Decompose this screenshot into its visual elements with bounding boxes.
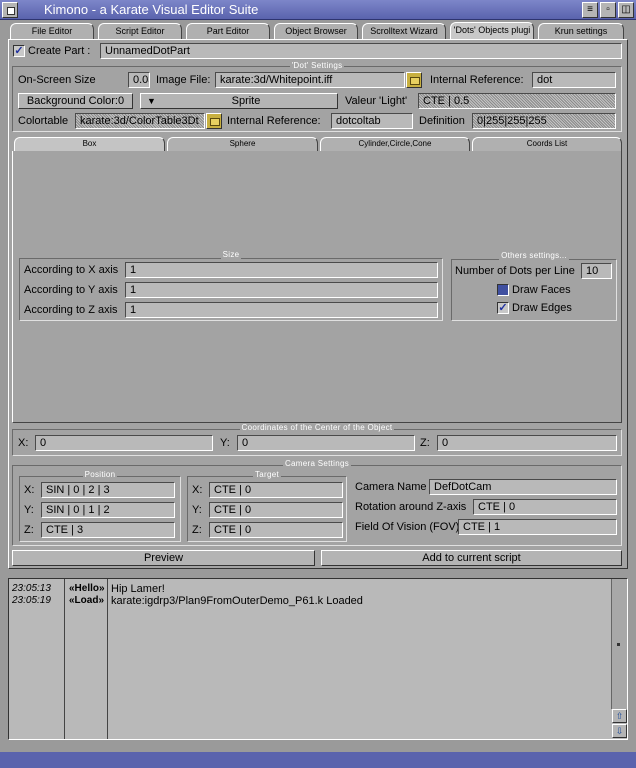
tab-file-editor[interactable]: File Editor xyxy=(10,23,94,39)
create-part-checkbox[interactable]: ✓ xyxy=(13,45,25,57)
create-part-name-field[interactable]: UnnamedDotPart xyxy=(100,43,622,59)
tgt-x-field[interactable]: CTE | 0 xyxy=(209,482,343,498)
subtab-sphere[interactable]: Sphere xyxy=(167,137,318,151)
tgt-z-field[interactable]: CTE | 0 xyxy=(209,522,343,538)
draw-faces-label: Draw Faces xyxy=(512,284,571,296)
draw-faces-checkbox[interactable] xyxy=(497,284,509,296)
internal-ref-label: Internal Reference: xyxy=(430,74,524,86)
on-screen-size-field[interactable]: 0.03 xyxy=(128,72,150,88)
valeur-light-field[interactable]: CTE | 0.5 xyxy=(418,93,616,109)
folder-icon[interactable] xyxy=(406,72,422,88)
position-title: Position xyxy=(82,470,118,479)
camera-name-label: Camera Name xyxy=(355,481,427,493)
tgt-y-label: Y: xyxy=(192,504,202,516)
size-y-field[interactable]: 1 xyxy=(125,282,438,298)
pos-y-field[interactable]: SIN | 0 | 1 | 2 xyxy=(41,502,175,518)
preview-button[interactable]: Preview xyxy=(12,550,315,566)
size-y-label: According to Y axis xyxy=(24,284,118,296)
size-z-label: According to Z axis xyxy=(24,304,118,316)
internal-ref2-label: Internal Reference: xyxy=(227,115,321,127)
tab-part-editor[interactable]: Part Editor xyxy=(186,23,270,39)
definition-label: Definition xyxy=(419,115,465,127)
target-title: Target xyxy=(252,470,282,479)
tab-object-browser[interactable]: Object Browser xyxy=(274,23,358,39)
center-coords-title: Coordinates of the Center of the Object xyxy=(239,423,395,432)
draw-edges-checkbox[interactable]: ✓ xyxy=(497,302,509,314)
cycle-icon: ▼ xyxy=(147,96,156,106)
center-z-field[interactable]: 0 xyxy=(437,435,617,451)
log-message: Hip Lamer! xyxy=(111,583,165,595)
center-z-label: Z: xyxy=(420,437,430,449)
subtab-coords-list[interactable]: Coords List xyxy=(472,137,622,151)
tab-dots-objects[interactable]: 'Dots' Objects plugi xyxy=(450,22,534,40)
scroll-up-icon[interactable]: ⇧ xyxy=(612,709,627,723)
iconify-icon[interactable]: ≡ xyxy=(582,2,598,18)
sprite-cycle-button[interactable]: ▼ Sprite xyxy=(140,93,338,109)
definition-field[interactable]: 0|255|255|255 xyxy=(472,113,616,129)
fov-label: Field Of Vision (FOV) xyxy=(355,521,460,533)
window-bottom-border xyxy=(0,752,636,768)
center-y-label: Y: xyxy=(220,437,230,449)
internal-ref-field[interactable]: dot xyxy=(532,72,616,88)
draw-edges-label: Draw Edges xyxy=(512,302,572,314)
fov-field[interactable]: CTE | 1 xyxy=(458,519,617,535)
colortable-folder-icon[interactable] xyxy=(206,113,222,129)
log-time: 23:05:19 xyxy=(12,595,51,606)
tab-scrolltext-wizard[interactable]: Scrolltext Wizard xyxy=(362,23,446,39)
image-file-label: Image File: xyxy=(156,74,211,86)
scroll-down-icon[interactable]: ⇩ xyxy=(612,724,627,738)
dot-settings-title: 'Dot' Settings xyxy=(289,61,345,70)
subtab-box[interactable]: Box xyxy=(14,137,165,151)
rotation-label: Rotation around Z-axis xyxy=(355,501,467,513)
close-icon[interactable] xyxy=(2,2,18,18)
rotation-field[interactable]: CTE | 0 xyxy=(473,499,617,515)
center-y-field[interactable]: 0 xyxy=(237,435,415,451)
tgt-x-label: X: xyxy=(192,484,203,496)
tab-krun-settings[interactable]: Krun settings xyxy=(538,23,624,39)
log-message: karate:igdrp3/Plan9FromOuterDemo_P61.k L… xyxy=(111,595,363,607)
center-x-field[interactable]: 0 xyxy=(35,435,213,451)
on-screen-size-label: On-Screen Size xyxy=(18,74,96,86)
pos-x-label: X: xyxy=(24,484,35,496)
zoom-icon[interactable]: ▫ xyxy=(600,2,616,18)
camera-settings-title: Camera Settings xyxy=(282,459,352,468)
tab-script-editor[interactable]: Script Editor xyxy=(98,23,182,39)
size-z-field[interactable]: 1 xyxy=(125,302,438,318)
size-x-label: According to X axis xyxy=(24,264,119,276)
colortable-field[interactable]: karate:3d/ColorTable3Dt xyxy=(75,113,205,129)
background-color-button[interactable]: Background Color:0 xyxy=(18,93,133,109)
window-titlebar[interactable]: Kimono - a Karate Visual Editor Suite ≡ … xyxy=(0,0,636,20)
sprite-label: Sprite xyxy=(231,95,261,107)
others-settings-title: Others settings... xyxy=(499,251,569,260)
pos-z-label: Z: xyxy=(24,524,34,536)
tgt-y-field[interactable]: CTE | 0 xyxy=(209,502,343,518)
dots-per-line-label: Number of Dots per Line xyxy=(455,265,575,277)
image-file-field[interactable]: karate:3d/Whitepoint.iff xyxy=(215,72,405,88)
log-panel[interactable]: 23:05:13 «Hello» Hip Lamer! 23:05:19 «Lo… xyxy=(8,578,628,740)
add-to-script-button[interactable]: Add to current script xyxy=(321,550,622,566)
pos-y-label: Y: xyxy=(24,504,34,516)
size-x-field[interactable]: 1 xyxy=(125,262,438,278)
subtab-cylinder[interactable]: Cylinder,Circle,Cone xyxy=(320,137,470,151)
log-time: 23:05:13 xyxy=(12,583,51,594)
pos-z-field[interactable]: CTE | 3 xyxy=(41,522,175,538)
valeur-light-label: Valeur 'Light' xyxy=(345,95,408,107)
internal-ref2-field[interactable]: dotcoltab xyxy=(331,113,413,129)
colortable-label: Colortable xyxy=(18,115,69,127)
center-x-label: X: xyxy=(18,437,29,449)
tgt-z-label: Z: xyxy=(192,524,202,536)
window-title: Kimono - a Karate Visual Editor Suite xyxy=(44,2,259,17)
camera-name-field[interactable]: DefDotCam xyxy=(429,479,617,495)
size-group-title: Size xyxy=(220,250,242,259)
log-tag: «Hello» xyxy=(69,583,105,594)
dots-per-line-field[interactable]: 10 xyxy=(581,263,612,279)
log-tag: «Load» xyxy=(69,595,105,606)
depth-icon[interactable]: ◫ xyxy=(618,2,634,18)
create-part-label: Create Part : xyxy=(28,45,91,57)
pos-x-field[interactable]: SIN | 0 | 2 | 3 xyxy=(41,482,175,498)
scroll-knob[interactable] xyxy=(617,643,620,646)
